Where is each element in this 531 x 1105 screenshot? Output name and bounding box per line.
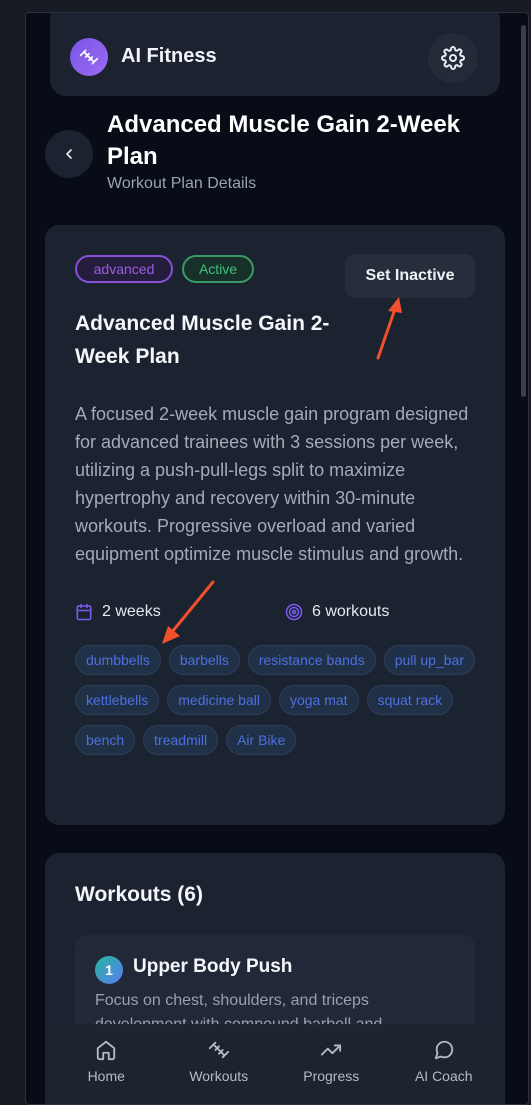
equipment-tag: dumbbells (75, 645, 161, 675)
target-icon (285, 603, 303, 621)
duration-text: 2 weeks (102, 603, 161, 620)
level-badge: advanced (75, 255, 173, 283)
nav-item-progress[interactable]: Progress (281, 1038, 381, 1084)
equipment-tag: Air Bike (226, 725, 297, 755)
page-title: Advanced Muscle Gain 2-Week Plan (107, 111, 461, 170)
equipment-tag: medicine ball (167, 685, 271, 715)
equipment-tag: barbells (168, 645, 240, 675)
equipment-tag: squat rack (366, 685, 454, 715)
equipment-tag: kettlebells (75, 685, 160, 715)
plan-title: Advanced Muscle Gain 2-Week Plan (75, 312, 330, 368)
workout-count-meta: 6 workouts (285, 603, 389, 621)
nav-label: Home (87, 1068, 125, 1084)
workout-number: 1 (95, 956, 123, 984)
nav-label: Progress (303, 1068, 360, 1084)
plan-description: A focused 2-week muscle gain program des… (75, 404, 469, 564)
workout-count-text: 6 workouts (312, 603, 390, 620)
page-subtitle: Workout Plan Details (107, 175, 257, 192)
equipment-tag: treadmill (143, 725, 219, 755)
equipment-tag: resistance bands (247, 645, 376, 675)
nav-item-workouts[interactable]: Workouts (169, 1038, 269, 1084)
bottom-nav: Home Workouts Progress AI Coach (50, 1024, 500, 1104)
back-button[interactable] (45, 130, 93, 178)
nav-label: AI Coach (414, 1068, 473, 1084)
set-inactive-button[interactable]: Set Inactive (345, 254, 475, 298)
dumbbell-icon (70, 38, 108, 76)
scrollbar[interactable] (521, 25, 526, 397)
trending-up-icon (319, 1038, 343, 1062)
app-title: AI Fitness (121, 45, 217, 67)
equipment-tags: dumbbells barbells resistance bands pull… (75, 645, 480, 755)
equipment-tag: yoga mat (278, 685, 359, 715)
workout-title: Upper Body Push (133, 956, 293, 977)
nav-item-ai-coach[interactable]: AI Coach (394, 1038, 494, 1084)
home-icon (94, 1038, 118, 1062)
equipment-tag: pull up_bar (383, 645, 475, 675)
chevron-left-icon (66, 149, 72, 159)
plan-card: advanced Active Set Inactive Advanced Mu… (45, 225, 505, 825)
app-frame: AI Fitness Advanced Muscle Gain 2-Week P… (25, 12, 529, 1105)
duration-meta: 2 weeks (75, 603, 161, 621)
gear-icon (441, 46, 465, 70)
status-badge: Active (182, 255, 254, 283)
nav-label: Workouts (189, 1068, 249, 1084)
equipment-tag: bench (75, 725, 136, 755)
dumbbell-icon (207, 1038, 231, 1062)
chat-icon (432, 1038, 456, 1062)
workouts-heading: Workouts (6) (75, 883, 203, 906)
nav-item-home[interactable]: Home (56, 1038, 156, 1084)
calendar-icon (76, 603, 92, 621)
settings-button[interactable] (428, 33, 478, 83)
app-header: AI Fitness (50, 13, 500, 96)
